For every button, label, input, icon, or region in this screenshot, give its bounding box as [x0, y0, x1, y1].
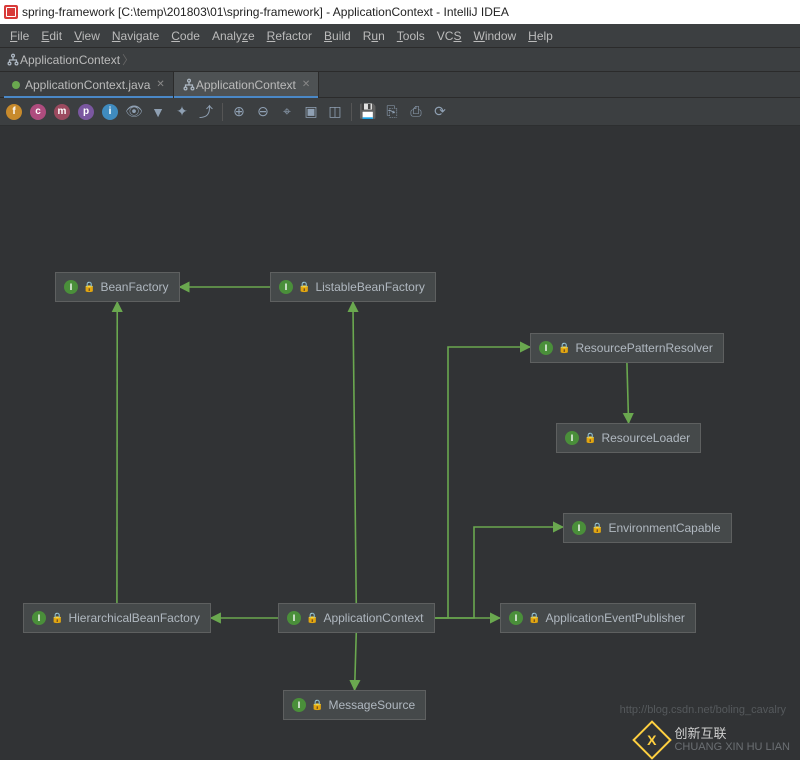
interface-icon: I — [509, 611, 523, 625]
menu-item-help[interactable]: Help — [522, 24, 559, 48]
node-listable-bean-factory[interactable]: I 🔒 ListableBeanFactory — [270, 272, 436, 302]
lock-icon: 🔒 — [83, 282, 95, 293]
menu-item-edit[interactable]: Edit — [35, 24, 68, 48]
node-label: BeanFactory — [100, 280, 168, 294]
menu-item-window[interactable]: Window — [467, 24, 522, 48]
save-icon[interactable]: 💾 — [360, 104, 376, 120]
menu-item-file[interactable]: File — [4, 24, 35, 48]
diagram-edge — [435, 347, 530, 618]
tab-applicationcontext[interactable]: ApplicationContext ✕ — [174, 72, 319, 97]
constructors-badge[interactable]: c — [30, 104, 46, 120]
fields-badge[interactable]: f — [6, 104, 22, 120]
node-label: ApplicationContext — [323, 611, 423, 625]
node-environment-capable[interactable]: I 🔒 EnvironmentCapable — [563, 513, 732, 543]
eye-icon[interactable]: 👁 — [126, 104, 142, 120]
lock-icon: 🔒 — [306, 613, 318, 624]
interface-icon: I — [287, 611, 301, 625]
diagram-canvas[interactable]: I 🔒 BeanFactory I 🔒 ListableBeanFactory I 🔒 Reso… — [0, 126, 800, 760]
inner-badge[interactable]: i — [102, 104, 118, 120]
menu-item-run[interactable]: Run — [357, 24, 391, 48]
lock-icon: 🔒 — [51, 613, 63, 624]
watermark-brand-en: CHUANG XIN HU LIAN — [674, 741, 790, 753]
close-icon[interactable]: ✕ — [302, 79, 310, 90]
interface-icon — [12, 81, 20, 89]
node-message-source[interactable]: I 🔒 MessageSource — [283, 690, 426, 720]
toolbar-separator — [222, 103, 223, 121]
node-label: ApplicationEventPublisher — [545, 611, 684, 625]
zoom-out-icon[interactable]: ⊖ — [255, 104, 271, 120]
watermark: X 创新互联 CHUANG XIN HU LIAN — [638, 726, 790, 754]
interface-icon: I — [279, 280, 293, 294]
interface-icon: I — [292, 698, 306, 712]
node-label: ResourcePatternResolver — [575, 341, 712, 355]
menu-item-view[interactable]: View — [68, 24, 106, 48]
window-title: spring-framework [C:\temp\201803\01\spri… — [22, 0, 509, 24]
menu-item-navigate[interactable]: Navigate — [106, 24, 165, 48]
editor-tabs: ApplicationContext.java✕ApplicationConte… — [0, 72, 800, 98]
lock-icon: 🔒 — [311, 700, 323, 711]
close-icon[interactable]: ✕ — [156, 79, 164, 90]
export-icon[interactable]: ⎘ — [384, 104, 400, 120]
print-icon[interactable]: ⎙ — [408, 104, 424, 120]
title-bar: spring-framework [C:\temp\201803\01\spri… — [0, 0, 800, 24]
menu-item-refactor[interactable]: Refactor — [261, 24, 318, 48]
methods-badge[interactable]: m — [54, 104, 70, 120]
breadcrumb[interactable]: ApplicationContext 〉 — [0, 48, 800, 72]
menu-item-vcs[interactable]: VCS — [431, 24, 468, 48]
interface-icon: I — [565, 431, 579, 445]
expand-icon[interactable]: ◫ — [327, 104, 343, 120]
lock-icon: 🔒 — [558, 343, 570, 354]
class-hierarchy-icon — [6, 53, 20, 67]
menu-item-build[interactable]: Build — [318, 24, 357, 48]
node-label: ResourceLoader — [601, 431, 690, 445]
watermark-brand: 创新互联 — [674, 727, 790, 741]
interface-icon: I — [64, 280, 78, 294]
zoom-in-icon[interactable]: ⊕ — [231, 104, 247, 120]
app-icon — [4, 5, 18, 19]
zoom-actual-icon[interactable]: ⌖ — [279, 104, 295, 120]
interface-icon: I — [539, 341, 553, 355]
watermark-logo-icon: X — [633, 720, 673, 760]
layout-icon[interactable]: ⤴ — [198, 104, 214, 120]
node-label: MessageSource — [328, 698, 415, 712]
node-resource-pattern-resolver[interactable]: I 🔒 ResourcePatternResolver — [530, 333, 724, 363]
menu-item-analyze[interactable]: Analyze — [206, 24, 261, 48]
diagram-edge — [355, 633, 357, 690]
node-application-context[interactable]: I 🔒 ApplicationContext — [278, 603, 435, 633]
menu-item-code[interactable]: Code — [165, 24, 206, 48]
class-hierarchy-icon — [182, 78, 196, 92]
lock-icon: 🔒 — [591, 523, 603, 534]
fit-icon[interactable]: ▣ — [303, 104, 319, 120]
diagram-toolbar: fcmpi 👁 ▼ ✦ ⤴ ⊕ ⊖ ⌖ ▣ ◫ 💾 ⎘ ⎙ ⟳ — [0, 98, 800, 126]
diagram-edge — [353, 302, 356, 603]
filter-icon[interactable]: ▼ — [150, 104, 166, 120]
node-resource-loader[interactable]: I 🔒 ResourceLoader — [556, 423, 701, 453]
node-label: HierarchicalBeanFactory — [68, 611, 199, 625]
add-dep-icon[interactable]: ✦ — [174, 104, 190, 120]
node-hierarchical-bean-factory[interactable]: I 🔒 HierarchicalBeanFactory — [23, 603, 211, 633]
menu-bar: FileEditViewNavigateCodeAnalyzeRefactorB… — [0, 24, 800, 48]
lock-icon: 🔒 — [584, 433, 596, 444]
interface-icon: I — [32, 611, 46, 625]
menu-item-tools[interactable]: Tools — [391, 24, 431, 48]
node-label: ListableBeanFactory — [315, 280, 424, 294]
interface-icon: I — [572, 521, 586, 535]
lock-icon: 🔒 — [528, 613, 540, 624]
diagram-edge — [627, 363, 629, 423]
toolbar-separator — [351, 103, 352, 121]
breadcrumb-label: ApplicationContext — [20, 53, 120, 67]
properties-badge[interactable]: p — [78, 104, 94, 120]
chevron-right-icon: 〉 — [122, 51, 134, 68]
watermark-url: http://blog.csdn.net/boling_cavalry — [620, 704, 786, 716]
tab-applicationcontext-java[interactable]: ApplicationContext.java ✕ — [4, 72, 174, 97]
node-bean-factory[interactable]: I 🔒 BeanFactory — [55, 272, 180, 302]
lock-icon: 🔒 — [298, 282, 310, 293]
node-application-event-publisher[interactable]: I 🔒 ApplicationEventPublisher — [500, 603, 696, 633]
tab-label: ApplicationContext.java — [25, 78, 150, 92]
node-label: EnvironmentCapable — [608, 521, 720, 535]
refresh-icon[interactable]: ⟳ — [432, 104, 448, 120]
tab-label: ApplicationContext — [196, 78, 296, 92]
